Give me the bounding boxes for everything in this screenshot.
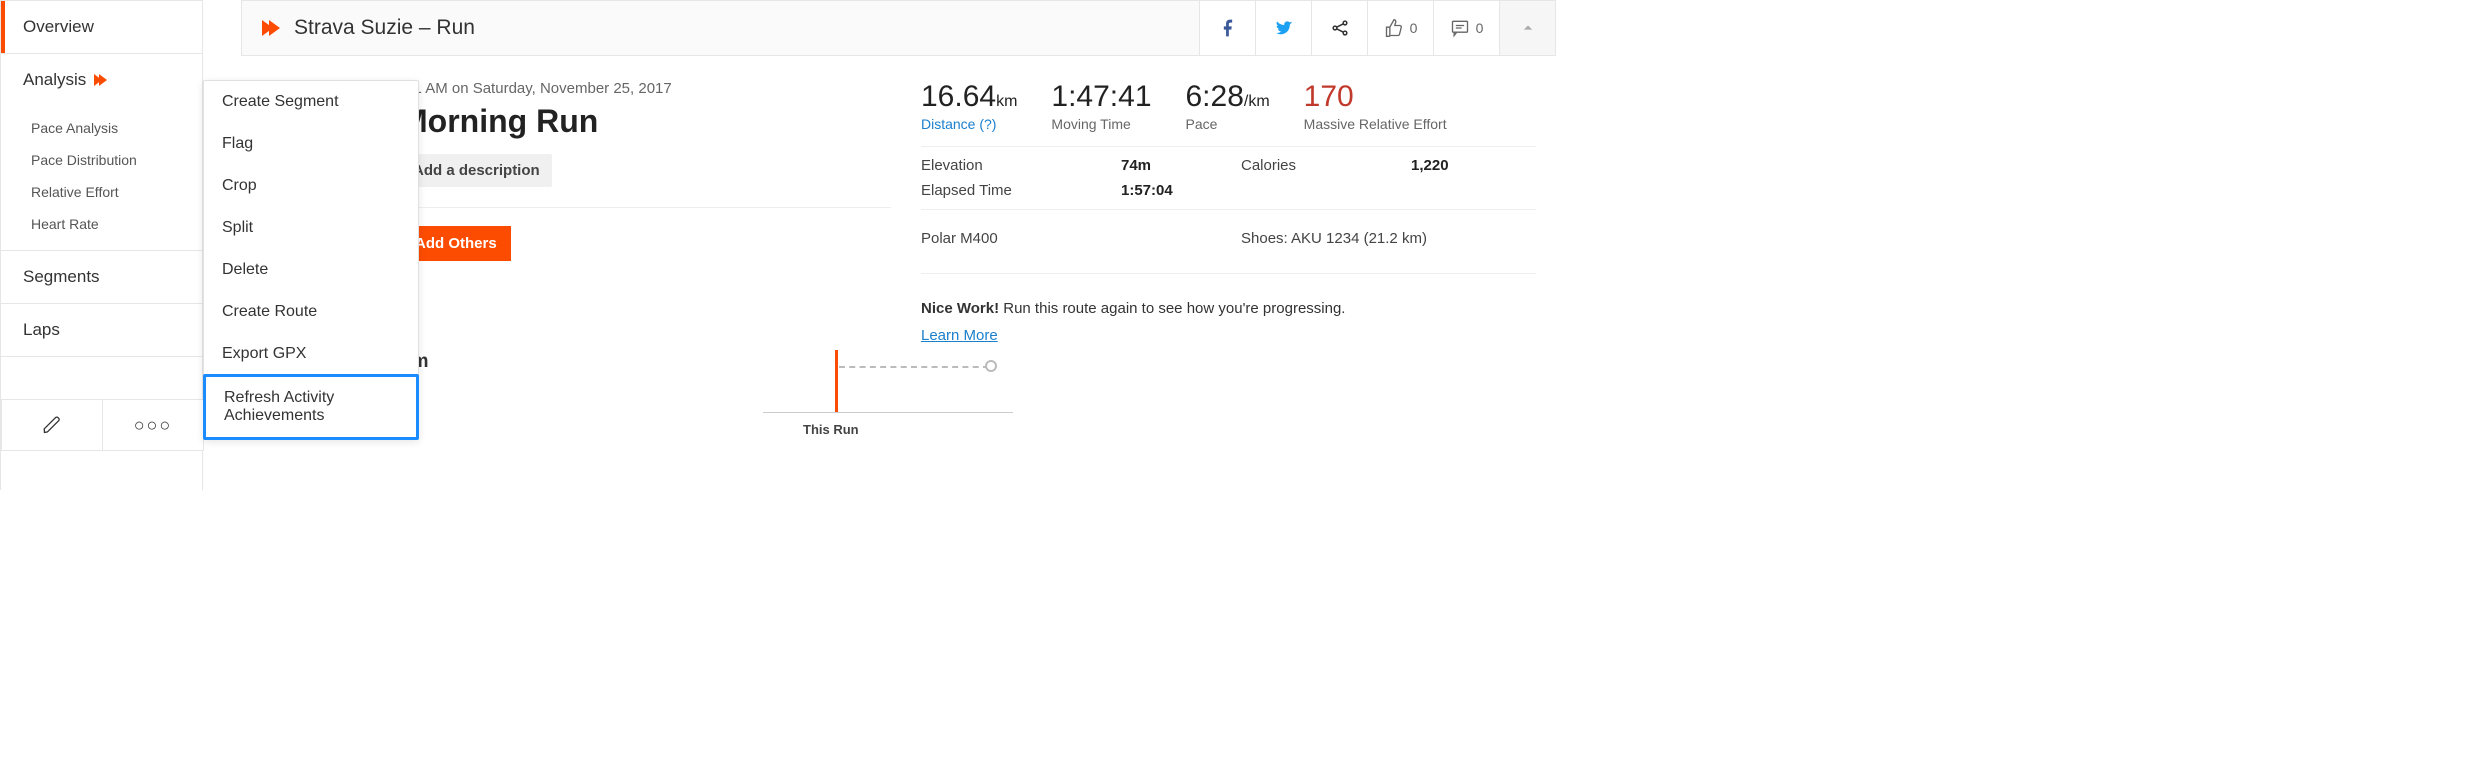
share-button[interactable]	[1311, 1, 1367, 55]
dd-create-segment[interactable]: Create Segment	[204, 81, 418, 123]
edit-button[interactable]	[1, 399, 103, 451]
header-bar: Strava Suzie – Run 0 0	[241, 0, 1556, 56]
elapsed-label: Elapsed Time	[921, 182, 1121, 199]
stat-pace: 6:28/km Pace	[1186, 80, 1270, 132]
more-actions-button[interactable]: ○○○	[103, 399, 204, 451]
sidebar-sub-pace-analysis[interactable]: Pace Analysis	[1, 112, 202, 144]
elapsed-value: 1:57:04	[1121, 182, 1241, 199]
km-label: km	[401, 351, 891, 373]
elevation-value: 74m	[1121, 157, 1241, 174]
sidebar-laps-label: Laps	[23, 320, 60, 340]
dd-export-gpx[interactable]: Export GPX	[204, 333, 418, 375]
kudos-count: 0	[1410, 20, 1418, 36]
more-icon: ○○○	[134, 415, 173, 436]
chart-dashed-line	[839, 366, 989, 368]
dd-refresh-achievements[interactable]: Refresh Activity Achievements	[203, 374, 419, 440]
sidebar-segments-label: Segments	[23, 267, 100, 287]
sidebar-overview-label: Overview	[23, 17, 94, 37]
dd-split[interactable]: Split	[204, 207, 418, 249]
comments-count: 0	[1476, 20, 1484, 36]
activity-title: Morning Run	[401, 103, 891, 140]
calories-value: 1,220	[1411, 157, 1449, 174]
gear-row: Polar M400 Shoes: AKU 1234 (21.2 km)	[921, 209, 1536, 247]
distance-value: 16.64	[921, 80, 996, 113]
actions-dropdown: Create Segment Flag Crop Split Delete Cr…	[203, 80, 419, 440]
strava-logo-icon	[262, 17, 284, 39]
dd-crop[interactable]: Crop	[204, 165, 418, 207]
pace-label: Pace	[1186, 116, 1270, 132]
sidebar-sub-pace-distribution[interactable]: Pace Distribution	[1, 144, 202, 176]
twitter-icon	[1274, 18, 1294, 38]
chart-endpoint-icon	[985, 360, 997, 372]
header-actions: 0 0	[1199, 1, 1555, 55]
distance-label-link[interactable]: Distance (?)	[921, 116, 996, 132]
comments-button[interactable]: 0	[1433, 1, 1499, 55]
effort-label: Massive Relative Effort	[1304, 116, 1447, 132]
device-name: Polar M400	[921, 230, 1241, 247]
sidebar-segments[interactable]: Segments	[1, 251, 202, 304]
stat-distance: 16.64km Distance (?)	[921, 80, 1017, 132]
calories-label: Calories	[1241, 157, 1411, 174]
nice-work-card: Nice Work! Run this route again to see h…	[921, 273, 1536, 347]
sidebar-laps[interactable]: Laps	[1, 304, 202, 357]
learn-more-link[interactable]: Learn More	[921, 325, 1536, 348]
add-description-button[interactable]: Add a description	[401, 154, 552, 187]
chart-marker	[835, 350, 838, 412]
divider	[401, 207, 891, 208]
moving-time-value: 1:47:41	[1051, 80, 1151, 113]
elevation-label: Elevation	[921, 157, 1121, 174]
effort-value: 170	[1304, 80, 1354, 113]
comment-icon	[1450, 18, 1470, 38]
sidebar-sub-heart-rate[interactable]: Heart Rate	[1, 208, 202, 240]
header-title: Strava Suzie – Run	[242, 16, 1199, 40]
distance-unit: km	[996, 93, 1017, 110]
activity-stats: 16.64km Distance (?) 1:47:41 Moving Time…	[921, 80, 1556, 373]
chevron-right-icon	[94, 72, 110, 88]
caret-up-icon	[1518, 18, 1538, 38]
moving-time-label: Moving Time	[1051, 116, 1151, 132]
sidebar-tools: ○○○	[1, 399, 204, 451]
sidebar: Overview Analysis Pace Analysis Pace Dis…	[0, 0, 203, 490]
share-twitter-button[interactable]	[1255, 1, 1311, 55]
share-icon	[1330, 18, 1350, 38]
shoes-info: Shoes: AKU 1234 (21.2 km)	[1241, 230, 1427, 247]
activity-timestamp: :51 AM on Saturday, November 25, 2017	[401, 80, 891, 97]
sidebar-analysis-label: Analysis	[23, 70, 86, 90]
collapse-button[interactable]	[1499, 1, 1555, 55]
thumbs-up-icon	[1384, 18, 1404, 38]
dd-flag[interactable]: Flag	[204, 123, 418, 165]
nice-work-text: Run this route again to see how you're p…	[999, 300, 1345, 317]
nice-work-bold: Nice Work!	[921, 300, 999, 317]
chart-this-run-label: This Run	[803, 422, 859, 437]
stat-relative-effort: 170 Massive Relative Effort	[1304, 80, 1447, 132]
sidebar-sub-relative-effort[interactable]: Relative Effort	[1, 176, 202, 208]
content: :51 AM on Saturday, November 25, 2017 Mo…	[241, 56, 1556, 373]
secondary-stats: Elevation 74m Calories 1,220 Elapsed Tim…	[921, 146, 1536, 199]
header-title-text: Strava Suzie – Run	[294, 16, 475, 40]
sidebar-overview[interactable]: Overview	[1, 1, 202, 54]
kudos-button[interactable]: 0	[1367, 1, 1433, 55]
pace-value: 6:28	[1186, 80, 1244, 113]
stat-moving-time: 1:47:41 Moving Time	[1051, 80, 1151, 132]
sidebar-analysis-subs: Pace Analysis Pace Distribution Relative…	[1, 106, 202, 251]
pencil-icon	[42, 415, 62, 435]
facebook-icon	[1218, 18, 1238, 38]
chart-baseline	[763, 412, 1013, 413]
pace-unit: /km	[1244, 93, 1270, 110]
sidebar-analysis[interactable]: Analysis	[1, 54, 202, 106]
dd-delete[interactable]: Delete	[204, 249, 418, 291]
share-facebook-button[interactable]	[1199, 1, 1255, 55]
dd-create-route[interactable]: Create Route	[204, 291, 418, 333]
